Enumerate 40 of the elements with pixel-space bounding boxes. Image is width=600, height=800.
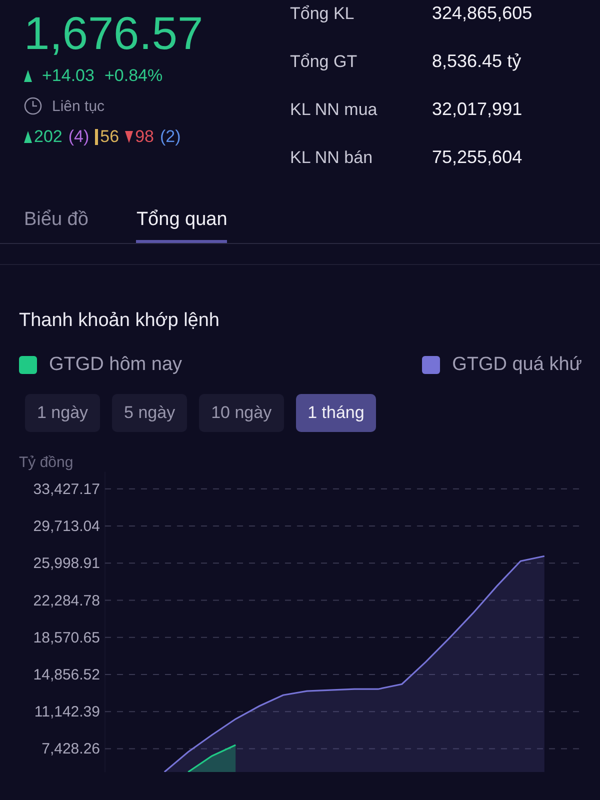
axis-tick-label: 11,142.39 [34,704,100,721]
breadth-count: (4) [68,127,90,147]
down-arrow-icon [125,131,134,143]
period-button[interactable]: 1 ngày [25,394,100,432]
session-label: Liên tục [52,98,105,114]
up-arrow-icon [24,70,32,82]
axis-tick-label: 25,998.91 [33,555,100,572]
tab[interactable]: Tổng quan [136,190,228,243]
axis-tick-label: 22,284.78 [33,592,100,610]
clock-icon [24,97,42,115]
axis-tick-label: 18,570.65 [33,629,100,646]
section-title: Thanh khoản khớp lệnh [18,309,220,332]
breadth-count: (2) [160,127,181,147]
stat-value: 32,017,991 [432,99,524,120]
stat-value: 8,536.45 tỷ [432,51,522,72]
period-button[interactable]: 10 ngày [199,394,284,432]
breadth-count: 56 [100,127,120,147]
index-value: 1,676.57 [24,8,204,58]
tab[interactable]: Biểu đồ [24,190,88,243]
axis-tick-label: 33,427.17 [33,480,100,498]
breadth-count: 98 [135,127,154,147]
period-button[interactable]: 5 ngày [112,394,188,432]
legend-label: GTGD quá khứ [452,354,582,376]
stat-label: KL NN mua [290,99,378,120]
breadth-count: 202 [34,127,62,147]
axis-tick-label: 14,856.52 [33,666,100,684]
axis-tick-label: 29,713.04 [33,518,100,536]
stat-label: KL NN bán [290,147,374,168]
axis-tick-label: 7,428.26 [42,740,100,758]
bar-icon [95,129,98,145]
stat-value: 75,255,604 [432,147,524,168]
stat-label: Tổng KL [290,3,356,24]
stat-label: Tổng GT [290,51,358,72]
change-value: +14.03 [42,66,94,86]
change-percent: +0.84% [104,66,163,86]
up-arrow-icon [24,131,32,143]
axis-label: Tỷ đồng [19,454,74,471]
legend-label: GTGD hôm nay [49,354,182,376]
stat-value: 324,865,605 [432,3,532,24]
period-button[interactable]: 1 tháng [296,394,376,432]
